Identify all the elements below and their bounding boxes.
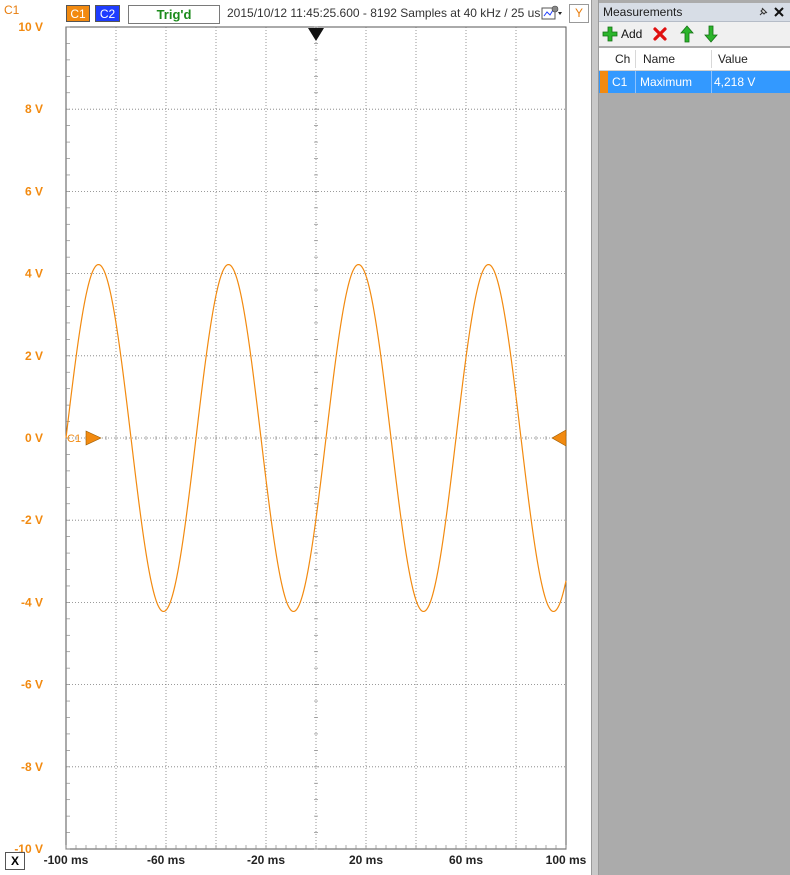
pin-icon[interactable] [757, 6, 769, 18]
close-icon[interactable] [773, 6, 785, 18]
cell-value: 4,218 V [714, 75, 756, 89]
delete-measurement-icon[interactable] [652, 26, 668, 42]
table-row[interactable]: C1 Maximum 4,218 V [599, 71, 790, 93]
x-tick-labels: -100 ms -60 ms -20 ms 20 ms 60 ms 100 ms [44, 853, 587, 867]
oscilloscope-plot[interactable]: 10 V8 V6 V4 V2 V0 V-2 V-4 V-6 V-8 V-10 V… [0, 0, 596, 875]
y-tick-label: 2 V [25, 349, 43, 363]
measurements-table: Ch Name Value C1 Maximum 4,218 V [599, 48, 790, 93]
column-divider [635, 71, 636, 93]
column-divider [635, 50, 636, 68]
y-tick-label: -8 V [21, 760, 43, 774]
y-tick-label: -6 V [21, 678, 43, 692]
y-tick-label: 4 V [25, 267, 43, 281]
add-label: Add [621, 27, 643, 41]
measurements-title-bar: Measurements [599, 3, 790, 22]
x-tick-label: -100 ms [44, 853, 89, 867]
y-tick-label: -4 V [21, 595, 43, 609]
x-tick-label: -60 ms [147, 853, 185, 867]
y-tick-label: 10 V [18, 20, 43, 34]
x-tick-label: 20 ms [349, 853, 383, 867]
channel-offset-label: C1 [67, 433, 81, 445]
cell-name: Maximum [640, 75, 693, 89]
arrow-down-icon[interactable] [703, 25, 719, 43]
y-tick-label: 0 V [25, 431, 43, 445]
trigger-level-marker [551, 429, 567, 447]
table-header: Ch Name Value [599, 48, 790, 71]
column-header-name[interactable]: Name [643, 52, 675, 66]
column-header-value[interactable]: Value [718, 52, 748, 66]
measurements-title: Measurements [603, 5, 683, 19]
x-tick-label: -20 ms [247, 853, 285, 867]
measurements-toolbar: Add [599, 22, 790, 46]
plus-icon [602, 26, 618, 42]
channel-offset-marker [85, 430, 102, 446]
x-tick-label: 100 ms [546, 853, 587, 867]
y-tick-label: 8 V [25, 102, 43, 116]
x-axis-button[interactable]: X [5, 852, 25, 870]
markers: C1 [67, 28, 567, 447]
channel-color-marker [600, 71, 608, 93]
trigger-position-marker [308, 28, 324, 41]
add-measurement-button[interactable]: Add [602, 25, 642, 43]
measurements-panel: Measurements Add Ch Name Value C1 Maximu… [599, 0, 790, 875]
column-divider [711, 71, 712, 93]
y-tick-label: -2 V [21, 513, 43, 527]
y-tick-label: 6 V [25, 184, 43, 198]
x-tick-label: 60 ms [449, 853, 483, 867]
y-tick-labels: 10 V8 V6 V4 V2 V0 V-2 V-4 V-6 V-8 V-10 V [14, 20, 43, 856]
arrow-up-icon[interactable] [679, 25, 695, 43]
panel-splitter[interactable] [591, 0, 599, 875]
column-divider [711, 50, 712, 68]
column-header-ch[interactable]: Ch [615, 52, 630, 66]
cell-ch: C1 [612, 75, 628, 89]
